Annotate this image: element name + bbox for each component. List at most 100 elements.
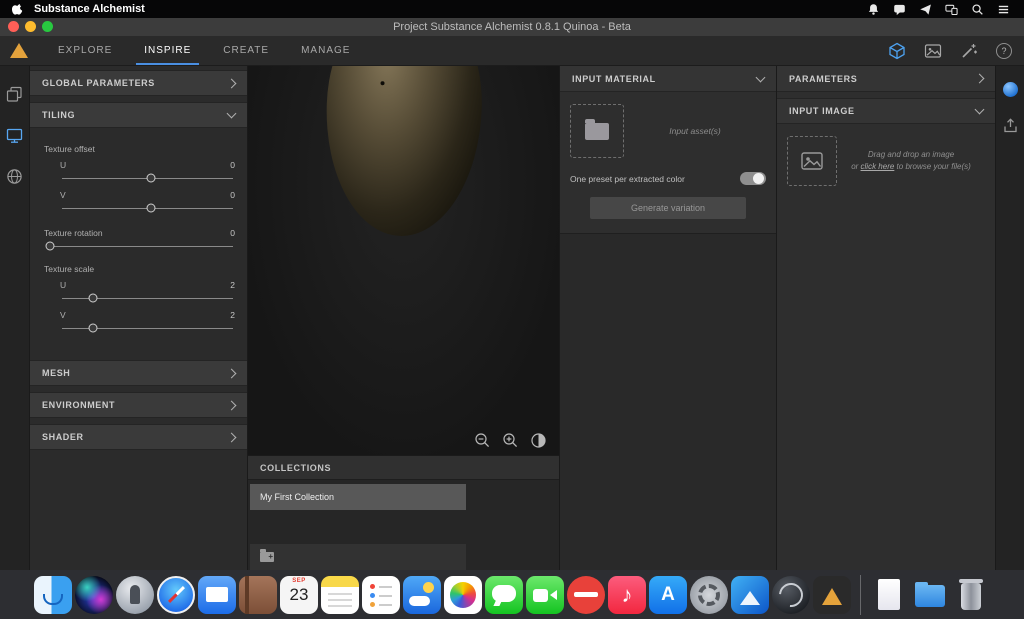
dock-system-preferences-icon[interactable] [690,576,728,614]
dock-app-store-icon[interactable] [649,576,687,614]
export-upload-icon[interactable] [1002,117,1019,134]
slider-value-u[interactable]: 2 [230,280,235,290]
input-image-dropzone[interactable] [787,136,837,186]
texture-scale-u-slider[interactable] [62,292,233,304]
material-preview-egg[interactable] [322,66,485,239]
collections-header[interactable]: COLLECTIONS [248,456,559,480]
displays-icon[interactable] [945,3,958,16]
dock-siri-icon[interactable] [75,576,113,614]
slider-track[interactable] [46,246,233,247]
slider-value-v[interactable]: 2 [230,310,235,320]
traffic-lights [8,21,53,32]
tab-inspire[interactable]: INSPIRE [128,36,207,65]
toggle-knob[interactable] [753,173,764,184]
input-asset-dropzone[interactable] [570,104,624,158]
dock-photos-icon[interactable] [444,576,482,614]
image-view-icon[interactable] [924,42,942,60]
zoom-in-icon[interactable] [502,432,519,449]
app-tab-bar: EXPLORE INSPIRE CREATE MANAGE ? [0,36,1024,66]
calendar-day: 23 [280,585,318,605]
notifications-icon[interactable] [867,3,880,16]
chevron-down-icon [227,109,237,119]
slider-handle[interactable] [146,204,155,213]
apple-menu-icon[interactable] [12,3,24,16]
menu-bar: Substance Alchemist [0,0,1024,18]
dock-trash-icon[interactable] [952,576,990,614]
layers-icon[interactable] [6,86,23,103]
dock-facetime-icon[interactable] [526,576,564,614]
dock-screen-time-icon[interactable] [567,576,605,614]
magic-wand-icon[interactable] [960,42,978,60]
shader-header[interactable]: SHADER [30,424,247,450]
close-button[interactable] [8,21,19,32]
add-collection-tile[interactable]: + [250,544,466,570]
texture-offset-v-slider[interactable] [62,202,233,214]
dock-launchpad-icon[interactable] [116,576,154,614]
texture-offset-u-slider[interactable] [62,172,233,184]
dock-music-icon[interactable] [608,576,646,614]
texture-rotation-slider[interactable] [46,240,233,252]
dock-reminders-icon[interactable] [362,576,400,614]
parameters-header[interactable]: PARAMETERS [777,66,995,92]
alchemist-logo-icon[interactable] [10,43,28,58]
globe-icon[interactable] [6,168,23,185]
airdrop-icon[interactable] [919,3,932,16]
dock-safari-icon[interactable] [157,576,195,614]
environment-sphere-icon[interactable] [530,432,547,449]
minimize-button[interactable] [25,21,36,32]
browse-files-link[interactable]: click here [861,162,895,171]
environment-header[interactable]: ENVIRONMENT [30,392,247,418]
preset-toggle[interactable] [740,172,766,185]
dock-substance-alchemist-icon[interactable] [813,576,851,614]
input-image-body: Drag and drop an image or click here to … [777,124,995,198]
display-view-icon[interactable] [6,127,23,144]
help-icon[interactable]: ? [996,43,1012,59]
slider-value-u[interactable]: 0 [230,160,235,170]
community-sphere-icon[interactable] [1003,82,1018,97]
slider-handle[interactable] [88,294,97,303]
input-material-panel: INPUT MATERIAL Input asset(s) One preset… [560,66,777,570]
texture-rotation-value[interactable]: 0 [230,228,235,238]
collection-item[interactable]: My First Collection [250,484,466,510]
section-label: TILING [42,110,75,120]
dock-finder-icon[interactable] [34,576,72,614]
slider-value-v[interactable]: 0 [230,190,235,200]
slider-handle[interactable] [146,174,155,183]
section-label: ENVIRONMENT [42,400,115,410]
input-material-header[interactable]: INPUT MATERIAL [560,66,776,92]
dock-notes-icon[interactable] [321,576,359,614]
input-image-header[interactable]: INPUT IMAGE [777,98,995,124]
3d-view-cube-icon[interactable] [888,42,906,60]
mesh-header[interactable]: MESH [30,360,247,386]
menu-app-name[interactable]: Substance Alchemist [34,3,145,15]
slider-handle[interactable] [88,324,97,333]
texture-offset-label: Texture offset [44,144,235,154]
generate-variation-button[interactable]: Generate variation [590,197,746,219]
window-title-bar[interactable]: Project Substance Alchemist 0.8.1 Quinoa… [0,18,1024,36]
section-label: GLOBAL PARAMETERS [42,78,155,88]
dock-weather-icon[interactable] [403,576,441,614]
dock-contacts-icon[interactable] [239,576,277,614]
dock-calendar-icon[interactable]: SEP 23 [280,576,318,614]
global-parameters-header[interactable]: GLOBAL PARAMETERS [30,70,247,96]
zoom-button[interactable] [42,21,53,32]
dock-mail-icon[interactable] [198,576,236,614]
dock-messages-icon[interactable] [485,576,523,614]
dock-downloads-icon[interactable] [911,576,949,614]
tab-explore[interactable]: EXPLORE [42,36,128,65]
tab-manage[interactable]: MANAGE [285,36,366,65]
viewport-3d[interactable] [248,66,559,455]
control-center-icon[interactable] [997,3,1010,16]
zoom-out-icon[interactable] [474,432,491,449]
messages-icon[interactable] [893,3,906,16]
tiling-header[interactable]: TILING [30,102,247,128]
right-toolbar [995,66,1024,570]
chevron-down-icon [756,72,766,82]
tab-create[interactable]: CREATE [207,36,285,65]
texture-scale-v-slider[interactable] [62,322,233,334]
slider-handle[interactable] [45,242,54,251]
dock-documents-icon[interactable] [870,576,908,614]
dock-app-blue-icon[interactable] [731,576,769,614]
spotlight-icon[interactable] [971,3,984,16]
dock-app-dark-icon[interactable] [772,576,810,614]
